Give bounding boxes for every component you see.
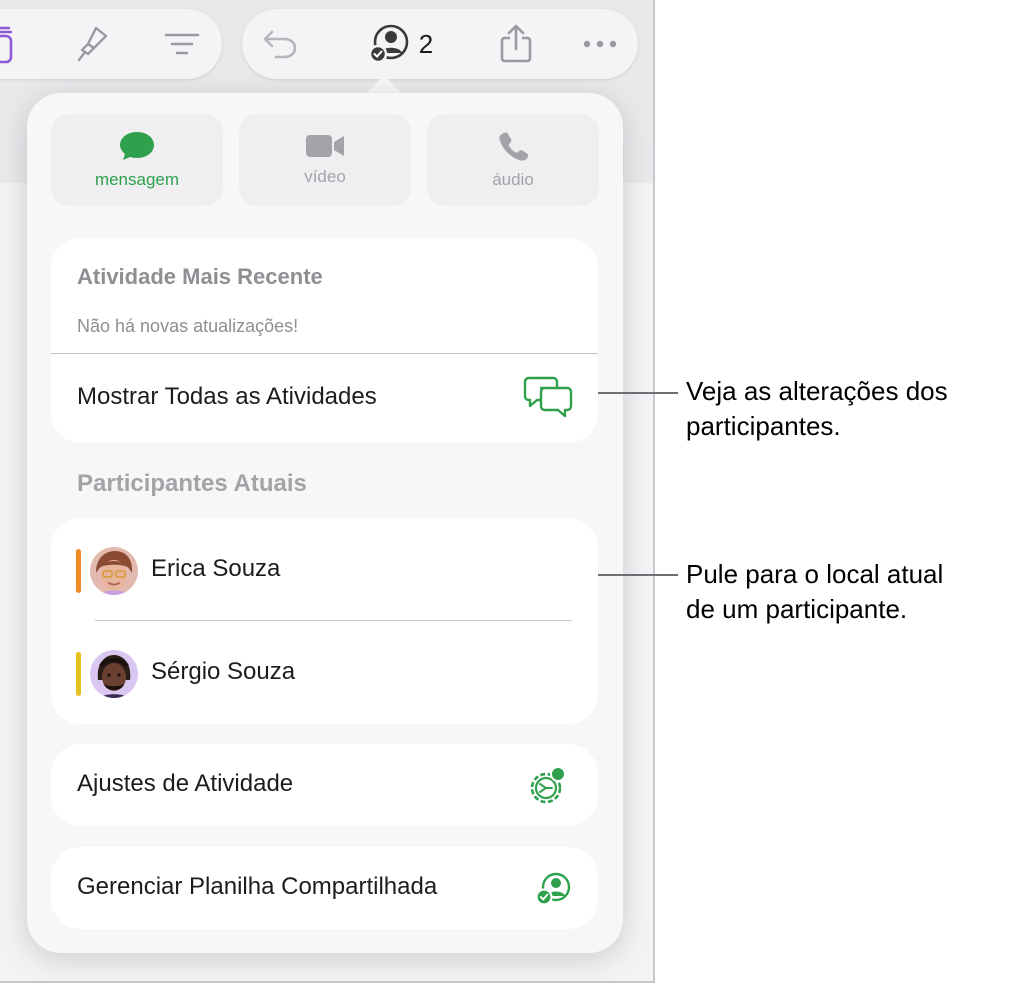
sheets-icon[interactable] [0, 9, 24, 79]
collaboration-button[interactable]: 2 [360, 9, 440, 79]
callout-participant-line1: Pule para o local atual [686, 559, 944, 589]
audio-label: áudio [492, 170, 534, 189]
manage-shared-sheet-label: Gerenciar Planilha Compartilhada [77, 873, 438, 900]
recent-activity-subtitle: Não há novas atualizações! [77, 316, 299, 336]
collaborators-count: 2 [418, 28, 434, 59]
recent-activity-card: Atividade Mais Recente Não há novas atua… [51, 238, 598, 443]
manage-shared-sheet-row[interactable]: Gerenciar Planilha Compartilhada [51, 847, 598, 929]
callout-participant-line2: de um participante. [686, 594, 908, 624]
collaboration-icon [368, 24, 409, 64]
callout-activity-line2: participantes. [686, 411, 841, 441]
activity-settings-icon [530, 766, 566, 804]
paintbrush-icon[interactable] [70, 9, 114, 79]
message-bubble-icon [120, 132, 154, 160]
popover-arrow [365, 75, 403, 95]
callout-line-participant [598, 574, 678, 576]
participant-color-bar [76, 652, 81, 696]
activity-bubbles-icon [523, 376, 573, 418]
phone-icon [499, 132, 529, 161]
avatar [90, 547, 138, 595]
video-label: vídeo [304, 167, 346, 186]
manage-collaboration-icon [535, 872, 571, 906]
participants-heading: Participantes Atuais [77, 470, 307, 497]
participant-color-bar [76, 549, 81, 593]
share-icon[interactable] [494, 9, 538, 79]
recent-activity-title: Atividade Mais Recente [77, 264, 323, 289]
show-all-activity-row[interactable]: Mostrar Todas as Atividades [51, 354, 598, 443]
filter-icon[interactable] [160, 9, 204, 79]
participant-row[interactable]: Sérgio Souza [51, 634, 598, 714]
callout-activity-line1: Veja as alterações dos [686, 376, 948, 406]
participants-card: Erica Souza Sérgio Souza [51, 518, 598, 724]
participant-name: Erica Souza [151, 555, 281, 582]
activity-settings-label: Ajustes de Atividade [77, 770, 294, 797]
undo-icon[interactable] [258, 9, 302, 79]
video-button[interactable]: vídeo [239, 114, 411, 206]
video-camera-icon [306, 135, 344, 157]
toolbar-right-group: 2 [242, 9, 638, 79]
collaboration-popover: mensagem vídeo áudio Atividade Mais Rece… [27, 93, 623, 953]
toolbar-left-group [0, 9, 222, 79]
message-button[interactable]: mensagem [51, 114, 223, 206]
divider [95, 620, 572, 621]
participant-row[interactable]: Erica Souza [51, 531, 598, 611]
callout-line-activity [598, 392, 678, 394]
app-screen: 2 mensagem vídeo áudio Atividade Mais Re… [0, 0, 655, 983]
avatar [90, 650, 138, 698]
show-all-activity-label: Mostrar Todas as Atividades [77, 383, 377, 410]
participant-name: Sérgio Souza [151, 658, 296, 685]
activity-settings-row[interactable]: Ajustes de Atividade [51, 744, 598, 826]
callout-participant: Pule para o local atual de um participan… [686, 557, 943, 627]
more-icon[interactable] [578, 9, 622, 79]
message-label: mensagem [94, 170, 180, 189]
callout-activity: Veja as alterações dos participantes. [686, 374, 948, 444]
audio-button[interactable]: áudio [427, 114, 599, 206]
